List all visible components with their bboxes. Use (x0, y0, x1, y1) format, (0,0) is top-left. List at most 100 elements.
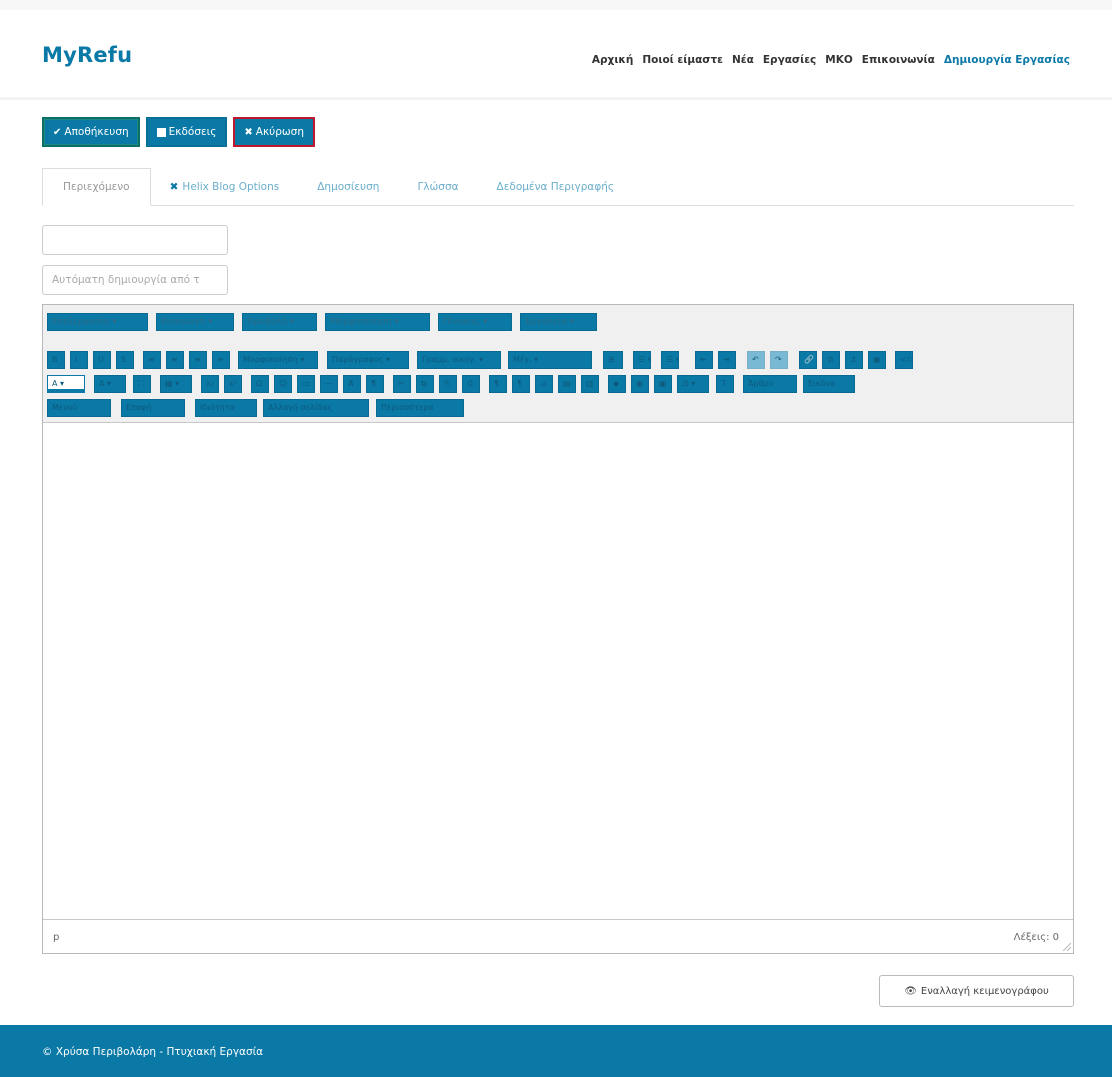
editor-tool-button[interactable]: ▣ (868, 351, 886, 369)
editor-tool-button[interactable]: — (320, 375, 338, 393)
editor-tool-button[interactable]: ▥ (581, 375, 599, 393)
action-toolbar: ✔ Αποθήκευση Εκδόσεις ✖ Ακύρωση (42, 117, 315, 147)
cancel-button-label: Ακύρωση (255, 126, 304, 138)
editor-statusbar: p Λέξεις: 0 (43, 919, 1073, 953)
versions-button-label: Εκδόσεις (168, 126, 217, 138)
editor-tool-button[interactable]: Εργαλεία ▾ (520, 313, 597, 331)
word-count: Λέξεις: 0 (1013, 932, 1059, 943)
editor-tool-button[interactable]: ≡ (166, 351, 184, 369)
nav-item-home[interactable]: Αρχική (592, 54, 633, 66)
editor-tool-button[interactable]: Εισαγωγή ▾ (156, 313, 234, 331)
editor-tool-button[interactable]: ▦ ▾ (160, 375, 192, 393)
editor-tool-button[interactable]: ☺ (274, 375, 292, 393)
editor-tool-button[interactable]: Επεξεργασία ▾ (47, 313, 148, 331)
editor-tool-button[interactable]: Προβολή ▾ (242, 313, 317, 331)
nav-item-about[interactable]: Ποιοί είμαστε (642, 54, 723, 66)
editor-tool-button[interactable]: Περισσότερα (376, 399, 464, 417)
editor-tool-button[interactable]: U (93, 351, 111, 369)
editor-tool-button[interactable]: </> (895, 351, 913, 369)
editor-tool-button[interactable]: Εικόνα (803, 375, 855, 393)
tab-helix-label: Helix Blog Options (182, 181, 280, 193)
editor-tool-button[interactable]: A ▾ (94, 375, 126, 393)
editor-tool-button[interactable]: ⊡ ▾ (677, 375, 709, 393)
editor-tool-button[interactable]: ◆ (608, 375, 626, 393)
editor-tool-button[interactable]: Αλλαγή σελίδας (263, 399, 369, 417)
editor-tool-button[interactable]: A ▾ (47, 375, 85, 393)
editor-tool-button[interactable]: ▤ (558, 375, 576, 393)
main-nav: Αρχική Ποιοί είμαστε Νέα Εργασίες ΜΚΟ Επ… (592, 54, 1070, 66)
save-button[interactable]: ✔ Αποθήκευση (42, 117, 140, 147)
editor-tool-button[interactable]: ▭ (297, 375, 315, 393)
editor-tool-button[interactable]: ≡ (212, 351, 230, 369)
editor-tool-button[interactable]: ⊞ (603, 351, 623, 369)
footer: © Χρύσα Περιβολάρη - Πτυχιακή Εργασία (0, 1025, 1112, 1077)
nav-item-news[interactable]: Νέα (732, 54, 754, 66)
editor-tool-button[interactable]: Επαφή (121, 399, 185, 417)
editor-tool-button[interactable]: ◉ (631, 375, 649, 393)
editor-tool-button[interactable]: ⛶ (133, 375, 151, 393)
editor-tool-button[interactable]: Γραμμ. οικογ. ▾ (417, 351, 501, 369)
editor-tool-button[interactable]: Μορφοποίηση ▾ (325, 313, 430, 331)
cancel-button[interactable]: ✖ Ακύρωση (233, 117, 315, 147)
resize-handle-icon[interactable] (1063, 943, 1071, 951)
editor-tool-button[interactable]: Μορφοποίηση ▾ (238, 351, 318, 369)
editor-tool-button[interactable]: x² (224, 375, 242, 393)
editor-tool-button[interactable]: ⎙ (462, 375, 480, 393)
editor-tool-button[interactable]: Άρθρο (743, 375, 797, 393)
editor-tool-button[interactable]: ¶ (512, 375, 530, 393)
editor-tool-button[interactable]: ⊘ (822, 351, 840, 369)
editor-tool-button[interactable]: B (47, 351, 65, 369)
tab-metadata[interactable]: Δεδομένα Περιγραφής (478, 168, 634, 206)
editor-tool-button[interactable]: Μέγ. ▾ (508, 351, 592, 369)
versions-icon (156, 127, 166, 137)
element-path[interactable]: p (53, 932, 59, 943)
tab-language[interactable]: Γλώσσα (398, 168, 477, 206)
tab-content[interactable]: Περιεχόμενο (42, 168, 151, 206)
editor-tool-button[interactable]: ▣ (654, 375, 672, 393)
editor-tool-button[interactable]: x₂ (201, 375, 219, 393)
editor-tool-button[interactable]: Ⱥ (343, 375, 361, 393)
editor-tool-button[interactable]: ↶ (747, 351, 765, 369)
editor-tool-button[interactable]: ✂ (393, 375, 411, 393)
editor-tool-button[interactable]: Ω (251, 375, 269, 393)
editor-content-area[interactable] (43, 423, 1073, 920)
editor-tool-button[interactable]: ☰ ▾ (633, 351, 651, 369)
editor-tool-button[interactable]: ⊿ (535, 375, 553, 393)
editor-tool-button[interactable]: I (70, 351, 88, 369)
editor-tool-button[interactable]: ¶ (366, 375, 384, 393)
editor-tool-button[interactable]: Πίνακας ▾ (438, 313, 512, 331)
editor-tool-button[interactable]: ≡ (143, 351, 161, 369)
editor-tool-button[interactable]: 🔗 (799, 351, 817, 369)
editor-tool-button[interactable]: Μενού (47, 399, 111, 417)
editor-tool-button[interactable]: Ιδιότητα (195, 399, 257, 417)
nav-item-contact[interactable]: Επικοινωνία (862, 54, 935, 66)
alias-input[interactable] (42, 265, 228, 295)
tab-helix-blog-options[interactable]: ✖ Helix Blog Options (151, 168, 299, 206)
nav-item-projects[interactable]: Εργασίες (763, 54, 816, 66)
editor-tool-button[interactable]: ⇤ (695, 351, 713, 369)
editor-tool-button[interactable]: ⇥ (718, 351, 736, 369)
versions-button[interactable]: Εκδόσεις (145, 117, 228, 147)
editor-tool-button[interactable]: ☰ ▾ (661, 351, 679, 369)
editor-tool-button[interactable]: ↷ (770, 351, 788, 369)
nav-item-create-project[interactable]: Δημιουργία Εργασίας (944, 54, 1070, 66)
site-logo[interactable]: MyRefu (42, 43, 132, 67)
toggle-editor-button[interactable]: 👁 Εναλλαγή κειμενογράφου (879, 975, 1074, 1007)
editor-tool-button[interactable]: Ꞁ (716, 375, 734, 393)
editor-toolbar: Επεξεργασία ▾ Εισαγωγή ▾ Προβολή ▾ Μορφοποί… (43, 305, 1073, 423)
close-icon: ✖ (244, 126, 253, 138)
title-input[interactable] (42, 225, 228, 255)
editor-tool-button[interactable]: ⎘ (439, 375, 457, 393)
toggle-editor-label: Εναλλαγή κειμενογράφου (920, 985, 1049, 997)
editor-tool-button[interactable]: ⧉ (416, 375, 434, 393)
check-icon: ✔ (53, 126, 62, 138)
nav-item-ngo[interactable]: ΜΚΟ (825, 54, 853, 66)
editor-tool-button[interactable]: ¶ (489, 375, 507, 393)
eye-icon: 👁 (904, 985, 917, 997)
editor-tool-button[interactable]: ⚓ (845, 351, 863, 369)
tab-publishing[interactable]: Δημοσίευση (298, 168, 398, 206)
editor-tool-button[interactable]: S (116, 351, 134, 369)
save-button-label: Αποθήκευση (64, 126, 129, 138)
editor-tool-button[interactable]: ≡ (189, 351, 207, 369)
editor-tool-button[interactable]: Παράγραφος ▾ (327, 351, 409, 369)
